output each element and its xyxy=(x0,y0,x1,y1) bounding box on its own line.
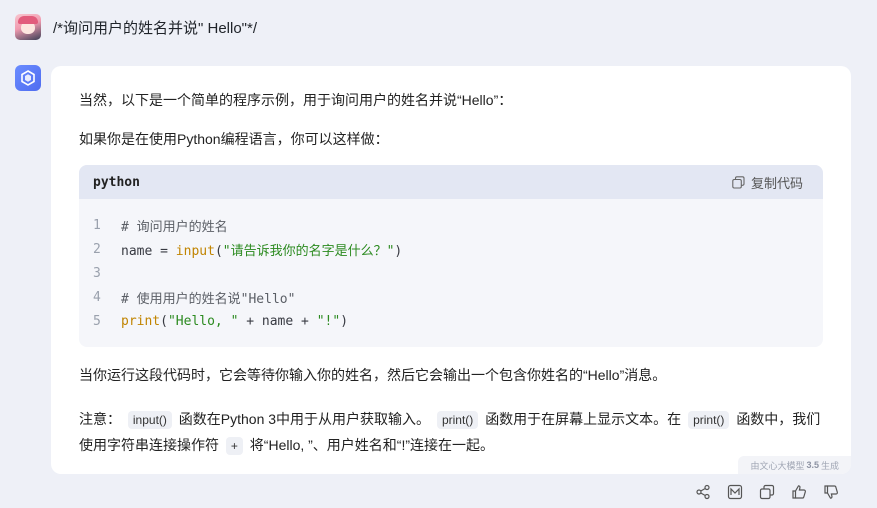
code-line: 3 xyxy=(79,261,823,285)
copy-code-label: 复制代码 xyxy=(750,175,803,191)
note-text: 函数用于在屏幕上显示文本。在 xyxy=(485,411,682,427)
copy-icon xyxy=(732,175,745,189)
thumbs-up-icon xyxy=(792,485,806,499)
user-message-text: /*询问用户的姓名并说" Hello"*/ xyxy=(53,19,258,37)
thumbs-down-icon xyxy=(824,485,838,499)
generate-image-button[interactable] xyxy=(726,483,744,501)
answer-actions xyxy=(694,483,840,501)
line-number: 3 xyxy=(93,265,101,281)
answer-intro: 当然，以下是一个简单的程序示例，用于询问用户的姓名并说“Hello”： xyxy=(79,92,513,108)
copy-code-button[interactable]: 复制代码 xyxy=(732,173,803,192)
code-block: python 复制代码 1 # 询问用户的姓名 2 name = input("… xyxy=(79,165,823,347)
image-icon xyxy=(727,484,743,500)
note-text: 将“Hello, ”、用户姓名和“!”连接在一起。 xyxy=(249,437,495,453)
bot-logo-icon xyxy=(21,70,35,86)
answer-note: 注意： input() 函数在Python 3中用于从用户获取输入。 print… xyxy=(79,406,824,458)
line-number: 5 xyxy=(93,313,101,329)
line-number: 4 xyxy=(93,289,101,305)
user-message-row: /*询问用户的姓名并说" Hello"*/ xyxy=(15,13,257,41)
share-icon xyxy=(696,484,710,500)
copy-icon xyxy=(759,484,775,500)
code-language-label: python xyxy=(93,174,140,190)
inline-code-plus: + xyxy=(225,437,243,455)
inline-code-input: input() xyxy=(127,411,172,429)
code-line: 2 name = input("请告诉我你的名字是什么？") xyxy=(79,237,823,261)
user-avatar xyxy=(15,14,41,40)
inline-code-print: print() xyxy=(688,411,730,429)
note-prefix: 注意： xyxy=(79,411,121,427)
inline-code-print: print() xyxy=(436,411,479,429)
code-line-text: print("Hello, " + name + "!") xyxy=(121,313,349,329)
code-line: 5 print("Hello, " + name + "!") xyxy=(79,309,823,333)
watermark-prefix: 由文心大模型 xyxy=(750,460,805,471)
code-body: 1 # 询问用户的姓名 2 name = input("请告诉我你的名字是什么？… xyxy=(79,199,823,333)
line-number: 1 xyxy=(93,217,101,233)
answer-card: 当然，以下是一个简单的程序示例，用于询问用户的姓名并说“Hello”： 如果你是… xyxy=(51,66,851,474)
bot-avatar xyxy=(15,65,41,91)
thumbs-up-button[interactable] xyxy=(790,483,808,501)
note-text: 函数在Python 3中用于从用户获取输入。 xyxy=(178,411,431,427)
code-line-text: # 询问用户的姓名 xyxy=(121,219,228,235)
copy-answer-button[interactable] xyxy=(758,483,776,501)
code-line: 4 # 使用用户的姓名说"Hello" xyxy=(79,285,823,309)
watermark-suffix: 生成 xyxy=(820,460,839,471)
code-line: 1 # 询问用户的姓名 xyxy=(79,213,823,237)
answer-explanation: 当你运行这段代码时，它会等待你输入你的姓名，然后它会输出一个包含你姓名的“Hel… xyxy=(79,367,667,383)
code-block-header: python 复制代码 xyxy=(79,165,823,199)
code-line-text: name = input("请告诉我你的名字是什么？") xyxy=(121,243,403,259)
code-line-text: # 使用用户的姓名说"Hello" xyxy=(121,291,296,307)
model-watermark: 由文心大模型 3.5 生成 xyxy=(738,456,851,474)
line-number: 2 xyxy=(93,241,101,257)
thumbs-down-button[interactable] xyxy=(822,483,840,501)
answer-lead: 如果你是在使用Python编程语言，你可以这样做： xyxy=(79,131,389,147)
share-button[interactable] xyxy=(694,483,712,501)
watermark-version: 3.5 xyxy=(806,460,819,470)
